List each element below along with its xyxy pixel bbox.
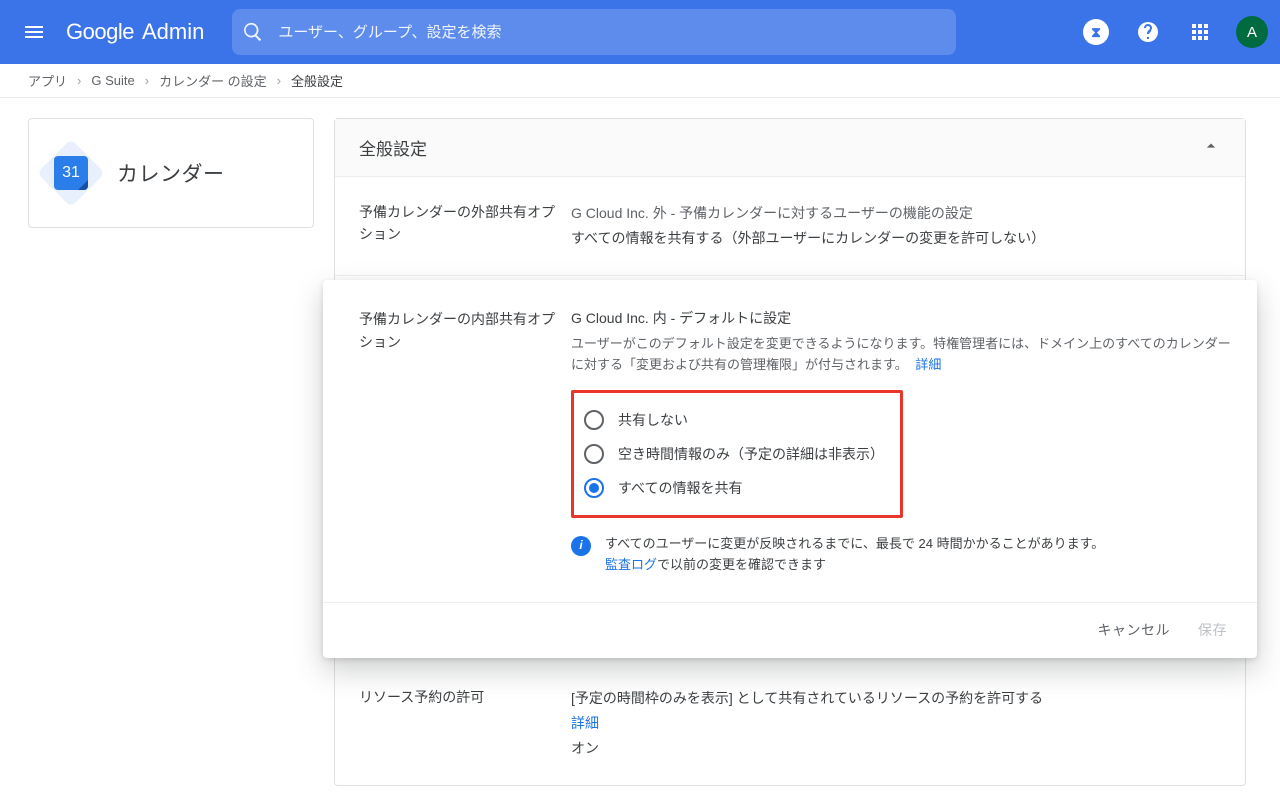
- setting-label: 予備カレンダーの内部共有オプション: [359, 308, 571, 583]
- info-text: すべてのユーザーに変更が反映されるまでに、最長で 24 時間かかることがあります…: [605, 536, 1104, 551]
- search-icon: [242, 21, 264, 43]
- chevron-up-icon: [1201, 136, 1221, 159]
- cancel-button[interactable]: キャンセル: [1098, 620, 1171, 640]
- apps-icon[interactable]: [1180, 12, 1220, 52]
- radio-icon: [584, 478, 604, 498]
- radio-label: 空き時間情報のみ（予定の詳細は非表示）: [618, 444, 884, 464]
- setting-panel-internal-sharing: 予備カレンダーの内部共有オプション G Cloud Inc. 内 - デフォルト…: [323, 280, 1257, 657]
- setting-label: リソース予約の許可: [359, 686, 571, 762]
- panel-footer: キャンセル 保存: [323, 602, 1257, 658]
- logo-google: Google: [66, 19, 134, 45]
- crumb-current: 全般設定: [291, 71, 343, 90]
- logo-admin: Admin: [142, 19, 204, 45]
- radio-option-share-all[interactable]: すべての情報を共有: [584, 471, 884, 505]
- notifications-icon[interactable]: ⧗: [1076, 12, 1116, 52]
- search-input[interactable]: [278, 24, 946, 41]
- section-header[interactable]: 全般設定: [335, 119, 1245, 177]
- info-tail: で以前の変更を確認できます: [657, 557, 826, 572]
- chevron-right-icon: ›: [145, 73, 149, 88]
- radio-label: すべての情報を共有: [618, 478, 742, 498]
- radio-icon: [584, 444, 604, 464]
- save-button[interactable]: 保存: [1198, 620, 1227, 640]
- learn-more-link[interactable]: 詳細: [571, 715, 599, 731]
- app-bar: Google Admin ⧗ A: [0, 0, 1280, 64]
- section-general: 全般設定 予備カレンダーの外部共有オプション G Cloud Inc. 外 - …: [334, 118, 1246, 786]
- logo[interactable]: Google Admin: [66, 19, 204, 45]
- audit-log-link[interactable]: 監査ログ: [605, 557, 657, 572]
- panel-description: ユーザーがこのデフォルト設定を変更できるようになります。特権管理者には、ドメイン…: [571, 334, 1233, 376]
- crumb-gsuite[interactable]: G Suite: [91, 73, 134, 88]
- setting-row-resource-booking[interactable]: リソース予約の許可 [予定の時間枠のみを表示] として共有されているリソースの予…: [335, 662, 1245, 786]
- radio-option-freebusy[interactable]: 空き時間情報のみ（予定の詳細は非表示）: [584, 437, 884, 471]
- section-title: 全般設定: [359, 135, 427, 160]
- radio-icon: [584, 410, 604, 430]
- panel-title: G Cloud Inc. 内 - デフォルトに設定: [571, 308, 1233, 328]
- search-box[interactable]: [232, 9, 956, 55]
- help-icon[interactable]: [1128, 12, 1168, 52]
- info-note: i すべてのユーザーに変更が反映されるまでに、最長で 24 時間かかることがあり…: [571, 534, 1233, 576]
- setting-subtitle: [予定の時間枠のみを表示] として共有されているリソースの予約を許可する: [571, 686, 1221, 711]
- radio-option-no-share[interactable]: 共有しない: [584, 403, 884, 437]
- info-icon: i: [571, 536, 591, 556]
- radio-group-highlight: 共有しない 空き時間情報のみ（予定の詳細は非表示） すべての情報を共有: [571, 390, 903, 518]
- crumb-apps[interactable]: アプリ: [28, 71, 67, 90]
- sidebar-card-title: カレンダー: [117, 158, 225, 188]
- chevron-right-icon: ›: [77, 73, 81, 88]
- sidebar-card-calendar: 31 カレンダー: [28, 118, 314, 228]
- setting-value: すべての情報を共有する（外部ユーザーにカレンダーの変更を許可しない）: [571, 226, 1221, 251]
- radio-label: 共有しない: [618, 410, 688, 430]
- calendar-icon: 31: [47, 149, 95, 197]
- menu-icon[interactable]: [10, 8, 58, 56]
- setting-label: 予備カレンダーの外部共有オプション: [359, 201, 571, 251]
- learn-more-link[interactable]: 詳細: [915, 357, 941, 372]
- breadcrumb: アプリ › G Suite › カレンダー の設定 › 全般設定: [0, 64, 1280, 98]
- setting-row-external-sharing[interactable]: 予備カレンダーの外部共有オプション G Cloud Inc. 外 - 予備カレン…: [335, 177, 1245, 276]
- avatar[interactable]: A: [1236, 16, 1268, 48]
- chevron-right-icon: ›: [277, 73, 281, 88]
- setting-value: オン: [571, 736, 1221, 761]
- setting-subtitle: G Cloud Inc. 外 - 予備カレンダーに対するユーザーの機能の設定: [571, 201, 1221, 226]
- crumb-cal[interactable]: カレンダー の設定: [159, 71, 267, 90]
